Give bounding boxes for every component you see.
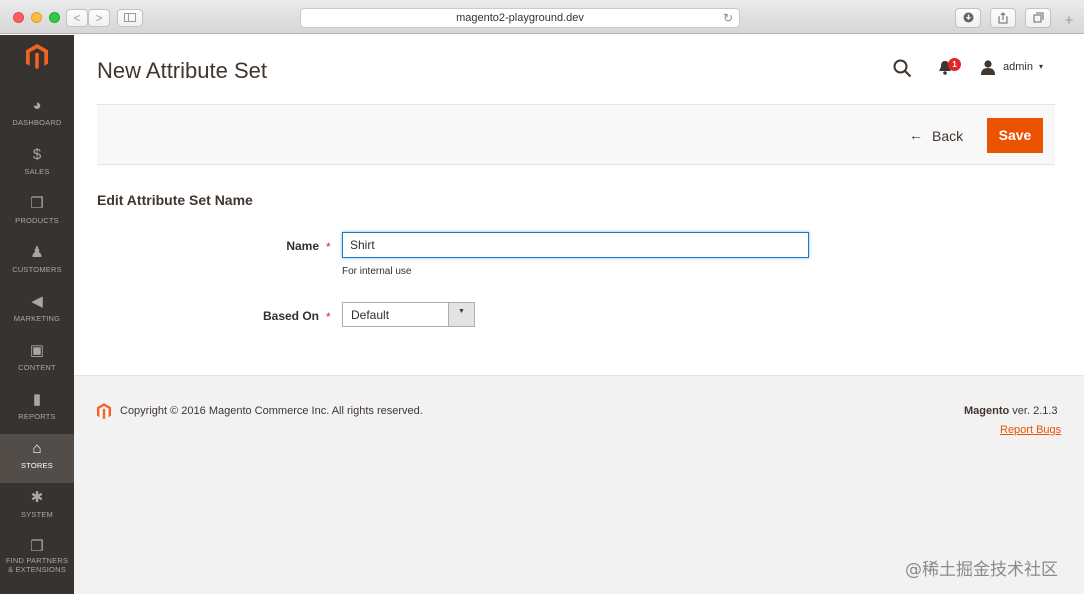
chevron-down-icon: ▼: [458, 308, 465, 315]
page-title: New Attribute Set: [97, 58, 267, 83]
megaphone-icon: ◀: [31, 293, 43, 310]
report-bugs-link[interactable]: Report Bugs: [1000, 424, 1061, 436]
sidebar-item-marketing[interactable]: ◀ MARKETING: [0, 287, 74, 336]
sidebar-item-label: SALES: [24, 167, 50, 176]
address-bar[interactable]: magento2-playground.dev ↻: [300, 8, 740, 28]
sidebar-item-system[interactable]: ✱ SYSTEM: [0, 483, 74, 532]
back-arrow-icon[interactable]: ←: [909, 127, 923, 143]
magento-logo-icon: [26, 44, 48, 69]
version-info: Magento ver. 2.1.3: [964, 405, 1058, 417]
box-icon: ❒: [30, 538, 44, 555]
user-menu-name[interactable]: admin: [1003, 61, 1033, 73]
version-number: ver. 2.1.3: [1009, 405, 1058, 417]
share-icon: [998, 12, 1008, 24]
download-icon: [963, 12, 973, 23]
person-icon: ♟: [30, 244, 44, 261]
required-mark: *: [326, 240, 331, 254]
browser-forward-button[interactable]: >: [88, 9, 110, 27]
dashboard-icon: ◕: [32, 97, 42, 114]
bar-chart-icon: ▮: [32, 391, 42, 408]
gear-icon: ✱: [30, 489, 44, 506]
tabs-overview-button[interactable]: [1025, 8, 1051, 28]
zoom-window-button[interactable]: [49, 12, 60, 23]
reload-icon[interactable]: ↻: [723, 9, 733, 27]
store-icon: ⌂: [32, 440, 42, 457]
watermark: @稀土掘金技术社区: [905, 560, 1058, 580]
new-tab-button[interactable]: +: [1058, 12, 1080, 34]
sidebar-item-products[interactable]: ❒ PRODUCTS: [0, 189, 74, 238]
save-button[interactable]: Save: [987, 118, 1043, 153]
based-on-selected-value: Default: [351, 308, 390, 322]
sidebar-item-reports[interactable]: ▮ REPORTS: [0, 385, 74, 434]
close-window-button[interactable]: [13, 12, 24, 23]
based-on-label: Based On: [262, 309, 319, 323]
search-icon[interactable]: [893, 59, 912, 78]
sidebar-item-label: CONTENT: [18, 363, 56, 372]
sidebar-item-label: DASHBOARD: [12, 118, 62, 127]
sidebar-item-label: SYSTEM: [20, 510, 54, 519]
back-button[interactable]: Back: [932, 128, 963, 144]
notification-count-badge[interactable]: 1: [948, 58, 961, 71]
sidebar-item-label-line: FIND PARTNERS: [5, 556, 69, 565]
select-toggle[interactable]: ▼: [448, 303, 474, 326]
user-icon[interactable]: [980, 60, 996, 75]
name-label: Name: [286, 239, 319, 253]
required-mark: *: [326, 310, 331, 324]
sidebar-item-label: PRODUCTS: [15, 216, 59, 225]
magento-footer-logo-icon: [97, 403, 111, 420]
name-hint: For internal use: [342, 266, 412, 277]
sidebar-item-dashboard[interactable]: ◕ DASHBOARD: [0, 91, 74, 140]
sidebar-item-content[interactable]: ▣ CONTENT: [0, 336, 74, 385]
chevron-down-icon[interactable]: ▾: [1039, 62, 1043, 71]
sidebar-item-label: STORES: [21, 461, 53, 470]
based-on-select[interactable]: Default ▼: [342, 302, 475, 327]
browser-back-button[interactable]: <: [66, 9, 88, 27]
minimize-window-button[interactable]: [31, 12, 42, 23]
sidebar-item-label-line: & EXTENSIONS: [8, 565, 66, 574]
sidebar-item-stores[interactable]: ⌂ STORES: [0, 434, 74, 483]
sidebar-icon: [124, 13, 136, 22]
attribute-set-name-input[interactable]: [342, 232, 809, 258]
url-text: magento2-playground.dev: [456, 12, 584, 24]
sidebar-item-label: FIND PARTNERS & EXTENSIONS: [0, 556, 74, 574]
sidebar-toggle-button[interactable]: [117, 9, 143, 27]
copyright-text: Copyright © 2016 Magento Commerce Inc. A…: [120, 405, 423, 417]
sidebar-item-find-partners[interactable]: ❒ FIND PARTNERS & EXTENSIONS: [0, 532, 74, 581]
sidebar-item-label: MARKETING: [13, 314, 61, 323]
sidebar-item-customers[interactable]: ♟ CUSTOMERS: [0, 238, 74, 287]
version-brand: Magento: [964, 405, 1010, 417]
magento-logo[interactable]: [0, 35, 74, 91]
layout-icon: ▣: [29, 342, 45, 359]
download-button[interactable]: [955, 8, 981, 28]
dollar-icon: $: [32, 146, 42, 163]
browser-toolbar: < > magento2-playground.dev ↻ +: [0, 0, 1084, 34]
share-button[interactable]: [990, 8, 1016, 28]
section-title: Edit Attribute Set Name: [97, 192, 253, 208]
tabs-icon: [1033, 12, 1043, 23]
cube-icon: ❒: [30, 195, 44, 212]
sidebar-item-sales[interactable]: $ SALES: [0, 140, 74, 189]
sidebar-item-label: REPORTS: [18, 412, 56, 421]
sidebar-item-label: CUSTOMERS: [12, 265, 62, 274]
admin-sidebar: ◕ DASHBOARD $ SALES ❒ PRODUCTS ♟ CUSTOMERS ◀ MARK…: [0, 35, 74, 594]
